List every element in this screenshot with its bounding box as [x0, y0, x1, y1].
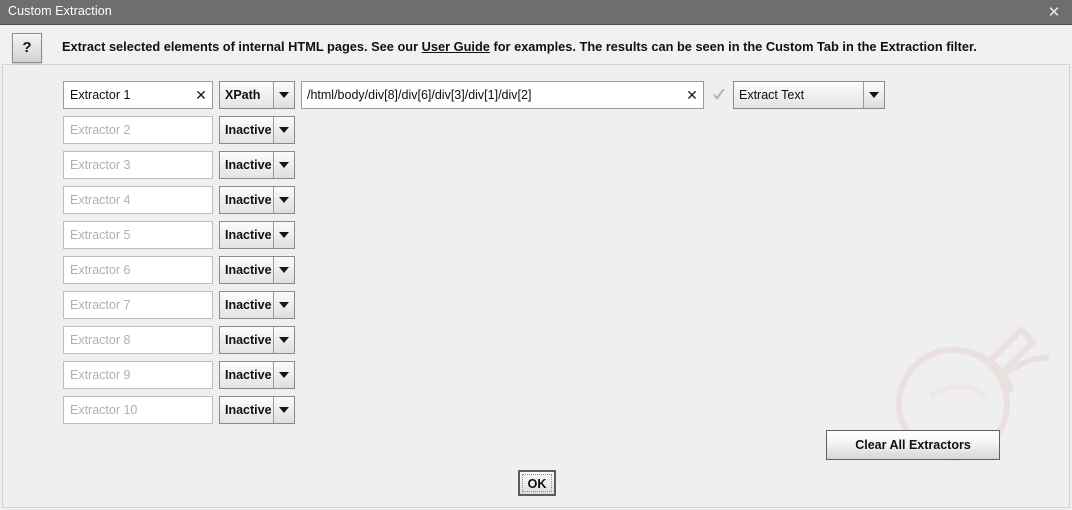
extractor-type-value: Inactive [220, 117, 274, 143]
chevron-down-glyph [279, 302, 289, 308]
extractor-type-value: Inactive [220, 362, 274, 388]
clear-all-extractors-button[interactable]: Clear All Extractors [826, 430, 1000, 460]
chevron-down-glyph [869, 92, 879, 98]
chevron-down-icon[interactable] [274, 187, 294, 213]
chevron-down-glyph [279, 337, 289, 343]
extractor-type-select-8[interactable]: Inactive [219, 326, 295, 354]
user-guide-link[interactable]: User Guide [422, 39, 490, 54]
chevron-down-glyph [279, 127, 289, 133]
extractor-type-value: XPath [220, 82, 274, 108]
extractor-expression-input-1[interactable]: /html/body/div[8]/div[6]/div[3]/div[1]/d… [301, 81, 704, 109]
extractor-name-value: Extractor 3 [70, 158, 131, 172]
chevron-down-icon[interactable] [274, 152, 294, 178]
extract-as-select-1[interactable]: Extract Text [733, 81, 885, 109]
help-icon[interactable]: ? [12, 33, 42, 63]
extractor-name-value: Extractor 4 [70, 193, 131, 207]
extractor-name-input-10[interactable]: Extractor 10 [63, 396, 213, 424]
extractor-name-input-5[interactable]: Extractor 5 [63, 221, 213, 249]
extractor-type-select-2[interactable]: Inactive [219, 116, 295, 144]
clear-name-icon[interactable]: ✕ [190, 88, 212, 102]
dialog-body: Extractor 1 ✕ XPath/html/body/div[8]/div[6… [2, 66, 1070, 508]
chevron-down-icon[interactable] [274, 327, 294, 353]
extractor-name-value: Extractor 6 [70, 263, 131, 277]
extractor-type-select-7[interactable]: Inactive [219, 291, 295, 319]
chevron-down-icon[interactable] [274, 292, 294, 318]
extractor-type-value: Inactive [220, 397, 274, 423]
extract-as-value: Extract Text [734, 82, 864, 108]
extractor-type-select-9[interactable]: Inactive [219, 361, 295, 389]
ok-button-label: OK [522, 474, 552, 492]
extractor-name-value: Extractor 1 [70, 88, 131, 102]
extractor-type-value: Inactive [220, 222, 274, 248]
extractor-name-value: Extractor 5 [70, 228, 131, 242]
chevron-down-glyph [279, 232, 289, 238]
chevron-down-icon[interactable] [274, 257, 294, 283]
extractor-type-value: Inactive [220, 187, 274, 213]
notice-text-before: Extract selected elements of internal HT… [62, 39, 422, 54]
extractor-type-value: Inactive [220, 292, 274, 318]
extractor-name-value: Extractor 8 [70, 333, 131, 347]
check-icon [713, 89, 725, 100]
chevron-down-icon[interactable] [274, 222, 294, 248]
extractor-type-select-10[interactable]: Inactive [219, 396, 295, 424]
custom-extraction-dialog: Custom Extraction ✕ ? Extract selected e… [0, 0, 1072, 510]
chevron-down-icon[interactable] [864, 82, 884, 108]
chevron-down-icon[interactable] [274, 117, 294, 143]
extractor-name-value: Extractor 9 [70, 368, 131, 382]
window-title: Custom Extraction [8, 4, 112, 18]
chevron-down-glyph [279, 372, 289, 378]
extractor-name-input-7[interactable]: Extractor 7 [63, 291, 213, 319]
extractor-name-input-8[interactable]: Extractor 8 [63, 326, 213, 354]
chevron-down-glyph [279, 162, 289, 168]
extractor-type-value: Inactive [220, 257, 274, 283]
extractor-name-value: Extractor 10 [70, 403, 138, 417]
chevron-down-glyph [279, 92, 289, 98]
titlebar: Custom Extraction ✕ [0, 0, 1072, 25]
chevron-down-icon[interactable] [274, 82, 294, 108]
extractor-type-select-6[interactable]: Inactive [219, 256, 295, 284]
extractor-type-select-5[interactable]: Inactive [219, 221, 295, 249]
ok-button[interactable]: OK [518, 470, 556, 496]
extractor-type-value: Inactive [220, 327, 274, 353]
extractor-name-input-3[interactable]: Extractor 3 [63, 151, 213, 179]
chevron-down-icon[interactable] [274, 362, 294, 388]
extractor-type-value: Inactive [220, 152, 274, 178]
extractor-name-value: Extractor 2 [70, 123, 131, 137]
extractor-type-select-1[interactable]: XPath [219, 81, 295, 109]
extractor-name-input-1[interactable]: Extractor 1 ✕ [63, 81, 213, 109]
chevron-down-glyph [279, 407, 289, 413]
notice-text: Extract selected elements of internal HT… [62, 39, 977, 54]
extractor-type-select-4[interactable]: Inactive [219, 186, 295, 214]
clear-expression-icon[interactable]: ✕ [681, 88, 703, 102]
extractor-name-value: Extractor 7 [70, 298, 131, 312]
chevron-down-icon[interactable] [274, 397, 294, 423]
notice-text-after: for examples. The results can be seen in… [489, 39, 977, 54]
chevron-down-glyph [279, 197, 289, 203]
extractor-name-input-9[interactable]: Extractor 9 [63, 361, 213, 389]
chevron-down-glyph [279, 267, 289, 273]
extractor-type-select-3[interactable]: Inactive [219, 151, 295, 179]
extractor-expression-value: /html/body/div[8]/div[6]/div[3]/div[1]/d… [307, 88, 532, 102]
extractor-name-input-2[interactable]: Extractor 2 [63, 116, 213, 144]
close-icon[interactable]: ✕ [1044, 3, 1064, 22]
extractor-name-input-4[interactable]: Extractor 4 [63, 186, 213, 214]
extractor-name-input-6[interactable]: Extractor 6 [63, 256, 213, 284]
